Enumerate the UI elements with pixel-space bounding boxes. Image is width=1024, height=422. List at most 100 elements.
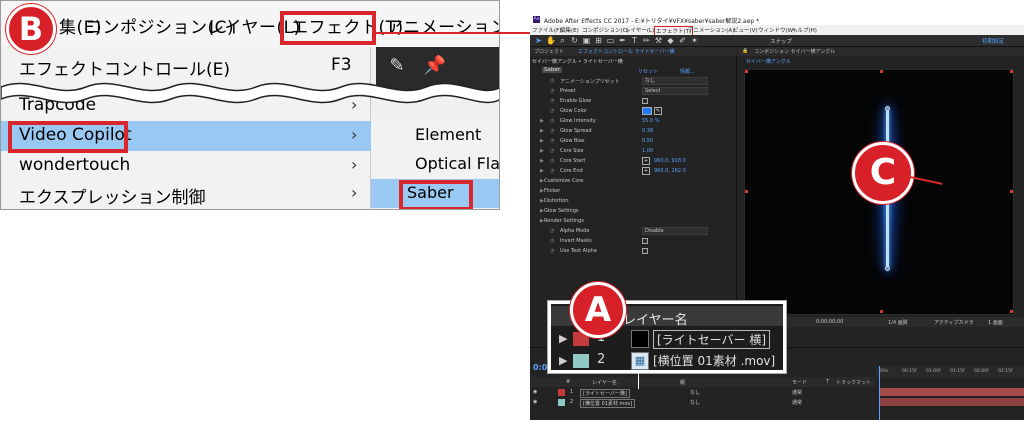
fx-param-row[interactable]: ◷ Glow Color ✎ (530, 107, 737, 116)
tab-effect-controls[interactable]: エフェクトコントロール ライトセーバー横 (578, 48, 675, 55)
fx-param-row[interactable]: ◷ Invert Masks (530, 237, 737, 246)
clone-stamp-tool-icon[interactable]: ⚒ (654, 36, 663, 45)
fx-param-row[interactable]: ▶ Render Settings (530, 217, 737, 226)
roto-brush-tool-icon[interactable]: ✐ (678, 36, 687, 45)
playhead[interactable] (879, 366, 880, 420)
transform-handle[interactable] (880, 310, 883, 313)
expand-triangle-icon[interactable]: ▶ (559, 332, 567, 345)
comp-lock-icon[interactable]: 🔒 (742, 48, 748, 54)
fx-param-value[interactable]: 0.38 (642, 128, 653, 134)
ae-menu-window[interactable]: ウィンドウ(W) (758, 26, 795, 34)
stopwatch-icon[interactable]: ◷ (550, 98, 554, 104)
fx-param-row[interactable]: ◷ アニメーションプリセット なし (530, 77, 737, 86)
fx-param-checkbox[interactable] (642, 238, 648, 244)
fx-param-value[interactable]: 55.0 % (642, 118, 659, 124)
fx-param-dropdown[interactable]: なし (642, 77, 708, 85)
fx-param-dropdown[interactable]: Disable (642, 227, 708, 235)
camera-tool-icon[interactable]: ▣ (582, 36, 591, 45)
selection-tool-icon[interactable]: ➤ (534, 36, 543, 45)
fx-param-row[interactable]: ▶ Flicker (530, 187, 737, 196)
effect-about-link[interactable]: 情報... (680, 68, 695, 75)
core-end-point[interactable] (885, 266, 890, 271)
fx-point-value[interactable]: 960.0, 918.0 (654, 158, 686, 164)
hand-tool-icon[interactable]: ✋ (546, 36, 556, 45)
expand-triangle-icon[interactable]: ▶ (540, 168, 544, 174)
ae-menu-layer[interactable]: レイヤー(L) (625, 26, 654, 34)
transform-handle[interactable] (880, 70, 883, 73)
ae-menu-view[interactable]: ビュー(V) (733, 26, 758, 34)
layer-1-duration-bar[interactable] (880, 388, 1024, 396)
fx-param-checkbox[interactable] (642, 248, 648, 254)
type-tool-icon[interactable]: T (630, 36, 639, 45)
layer-name[interactable]: [ライトセーバー 横] (653, 330, 771, 349)
layer-label-color[interactable] (558, 389, 565, 396)
transform-handle[interactable] (1010, 70, 1013, 73)
menu-animation[interactable]: アニメーション(A) (386, 13, 499, 38)
time-ruler[interactable]: 00s 00:15f 01:00f 01:15f 02:00f 02:15f (876, 366, 1024, 378)
visibility-eye-icon[interactable]: ◉ (533, 389, 537, 395)
submenu-item-element[interactable]: Element (371, 121, 499, 150)
fx-param-row[interactable]: ◷ Use Text Alpha (530, 247, 737, 256)
rectangle-tool-icon[interactable]: ▭ (606, 36, 615, 45)
camera-select[interactable]: アクティブカメラ (934, 319, 973, 326)
ae-menu-animation[interactable]: アニメーション(A) (688, 26, 734, 34)
effect-reset-link[interactable]: リセット (638, 68, 658, 75)
layer-name[interactable]: [横位置 01素材.mov] (580, 399, 636, 408)
snap-toggle[interactable]: スナップ (770, 37, 792, 45)
timeline-layer-row[interactable]: ◉ 1 [ライトセーバー横] なし 通常 (530, 388, 875, 398)
workspace-default[interactable]: 初期設定 (982, 37, 1004, 45)
tab-project[interactable]: プロジェクト (534, 48, 564, 55)
timeline-layer-row[interactable]: ◉ 2 [横位置 01素材.mov] なし 通常 (530, 398, 875, 408)
menu-item-expression-controls[interactable]: エクスプレッション制御 › (1, 179, 371, 209)
fx-param-row[interactable]: ▶ Distortion (530, 197, 737, 206)
layer-name[interactable]: [横位置 01素材 .mov] (653, 352, 775, 369)
fx-param-dropdown[interactable]: Select (642, 87, 708, 95)
fx-param-row[interactable]: ◷ ▶ Glow Intensity 55.0 % (530, 117, 737, 126)
stopwatch-icon[interactable]: ◷ (550, 88, 554, 94)
stopwatch-icon[interactable]: ◷ (550, 148, 554, 154)
eraser-tool-icon[interactable]: ◆ (666, 36, 675, 45)
expand-triangle-icon[interactable]: ▶ (540, 158, 544, 164)
layer-mode-select[interactable]: 通常 (792, 389, 802, 396)
fx-param-row[interactable]: ◷ ▶ Core End +960.0, 162.0 (530, 167, 737, 176)
stopwatch-icon[interactable]: ◷ (550, 168, 554, 174)
fx-param-checkbox[interactable] (642, 98, 648, 104)
stopwatch-icon[interactable]: ◷ (550, 158, 554, 164)
layer-parent-select[interactable]: なし (690, 389, 700, 396)
expand-triangle-icon[interactable]: ▶ (540, 128, 544, 134)
layer-parent-select[interactable]: なし (690, 399, 700, 406)
ae-menu-edit[interactable]: 編集(E) (560, 26, 579, 34)
eyedropper-icon[interactable]: ✎ (654, 107, 662, 115)
layer-row-2[interactable]: ▶ 2 ▦ [横位置 01素材 .mov] (551, 350, 783, 372)
views-select[interactable]: 1 画面 (988, 319, 1003, 326)
rotate-tool-icon[interactable]: ↻ (570, 36, 579, 45)
stopwatch-icon[interactable]: ◷ (550, 138, 554, 144)
ae-menu-file[interactable]: ファイル(F) (532, 26, 561, 34)
stopwatch-icon[interactable]: ◷ (550, 228, 554, 234)
zoom-tool-icon[interactable]: ⌕ (558, 36, 567, 45)
fx-param-row[interactable]: ◷ Enable Glow (530, 97, 737, 106)
fx-param-row[interactable]: ◷ ▶ Glow Bias 0.50 (530, 137, 737, 146)
stopwatch-icon[interactable]: ◷ (550, 238, 554, 244)
fx-param-row[interactable]: ◷ ▶ Glow Spread 0.38 (530, 127, 737, 136)
transform-handle[interactable] (1010, 190, 1013, 193)
ae-menu-help[interactable]: ヘルプ(H) (792, 26, 817, 34)
submenu-item-optical-flares[interactable]: Optical Flares (371, 150, 499, 179)
fx-param-row[interactable]: ◷ ▶ Core Start +960.0, 918.0 (530, 157, 737, 166)
transform-handle[interactable] (745, 70, 748, 73)
layer-mode-select[interactable]: 通常 (792, 399, 802, 406)
expand-triangle-icon[interactable]: ▶ (540, 138, 544, 144)
pen-tool-icon[interactable]: ✒ (618, 36, 627, 45)
pan-behind-tool-icon[interactable]: ⊞ (594, 36, 603, 45)
visibility-eye-icon[interactable]: ◉ (533, 399, 537, 405)
comp-breadcrumb[interactable]: セイバー横アングル (746, 58, 791, 65)
stopwatch-icon[interactable]: ◷ (550, 108, 554, 114)
fx-param-value[interactable]: 0.50 (642, 138, 653, 144)
layer-label-color[interactable] (558, 399, 565, 406)
fx-param-row[interactable]: ◷ Alpha Mode Disable (530, 227, 737, 236)
fx-param-row[interactable]: ▶ Glow Settings (530, 207, 737, 216)
fx-param-row[interactable]: ▶ Customize Core (530, 177, 737, 186)
effect-name[interactable]: Saber (542, 67, 562, 73)
layer-name[interactable]: [ライトセーバー横] (580, 389, 630, 398)
stopwatch-icon[interactable]: ◷ (550, 128, 554, 134)
